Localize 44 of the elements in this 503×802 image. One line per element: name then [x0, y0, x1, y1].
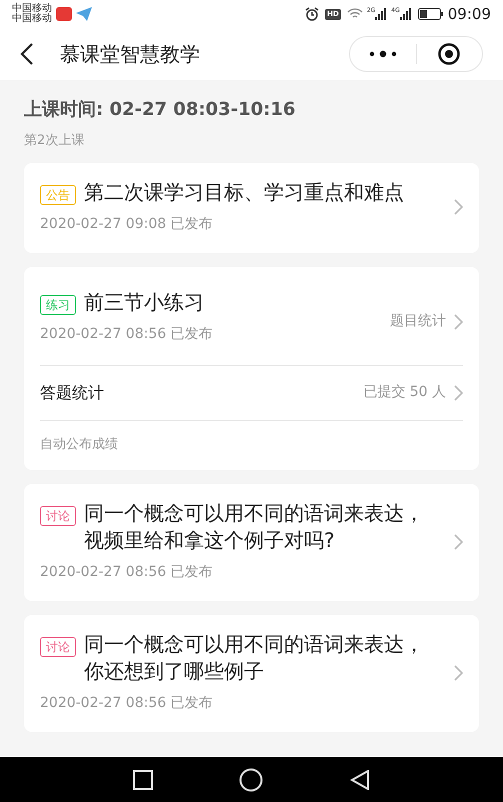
chevron-right-icon — [454, 198, 463, 214]
publish-date: 2020-02-27 08:56 已发布 — [40, 694, 214, 713]
paper-plane-icon — [76, 7, 92, 21]
publish-date: 2020-02-27 08:56 已发布 — [40, 324, 214, 344]
session-count: 第2次上课 — [24, 132, 86, 150]
app-notification-icon — [56, 7, 72, 21]
class-time: 上课时间: 02-27 08:03-10:16 — [24, 98, 296, 122]
post-card[interactable]: 公告 第二次课学习目标、学习重点和难点 2020-02-27 09:08 已发布 — [24, 162, 479, 252]
chevron-right-icon — [454, 384, 463, 400]
circle-icon — [239, 768, 264, 792]
publish-date: 2020-02-27 09:08 已发布 — [40, 214, 214, 234]
home-button[interactable] — [239, 768, 264, 792]
back-icon — [20, 43, 33, 65]
chevron-right-icon — [454, 314, 463, 330]
record-icon — [438, 43, 460, 65]
wifi-icon — [346, 8, 363, 20]
tag: 讨论 — [40, 506, 76, 526]
item-title: 前三节小练习 — [84, 288, 204, 316]
carrier-name: 中国移动 — [12, 14, 52, 24]
item-title: 同一个概念可以用不同的语词来表达，你还想到了哪些例子 — [84, 631, 425, 685]
page-title: 慕课堂智慧教学 — [60, 41, 201, 68]
answer-stats-label: 答题统计 — [40, 382, 105, 404]
square-icon — [133, 770, 154, 790]
post-card[interactable]: 讨论 同一个概念可以用不同的语词来表达，你还想到了哪些例子 2020-02-27 08:56 已发布 — [24, 615, 479, 732]
chevron-right-icon — [454, 664, 463, 680]
signal-icon — [375, 8, 388, 20]
chevron-right-icon — [454, 534, 463, 550]
back-nav-button[interactable] — [350, 770, 370, 790]
post-card[interactable]: 讨论 同一个概念可以用不同的语词来表达，视频里给和拿这个例子对吗? 2020-02-27 08:56 已发布 — [24, 484, 479, 601]
auto-publish-note: 自动公布成绩 — [40, 436, 119, 454]
alarm-icon — [305, 7, 320, 21]
carrier-name: 中国移动 — [12, 4, 52, 14]
triangle-icon — [350, 770, 370, 790]
item-title: 同一个概念可以用不同的语词来表达，视频里给和拿这个例子对吗? — [84, 500, 425, 554]
tag: 练习 — [40, 294, 76, 314]
item-title: 第二次课学习目标、学习重点和难点 — [84, 178, 404, 206]
clock-time: 09:09 — [448, 4, 491, 25]
battery-icon — [418, 8, 444, 20]
more-icon — [368, 50, 397, 58]
tag: 讨论 — [40, 637, 76, 657]
recents-button[interactable] — [133, 770, 154, 790]
signal-icon — [400, 8, 412, 20]
publish-date: 2020-02-27 08:56 已发布 — [40, 563, 214, 582]
tag: 公告 — [40, 184, 76, 204]
